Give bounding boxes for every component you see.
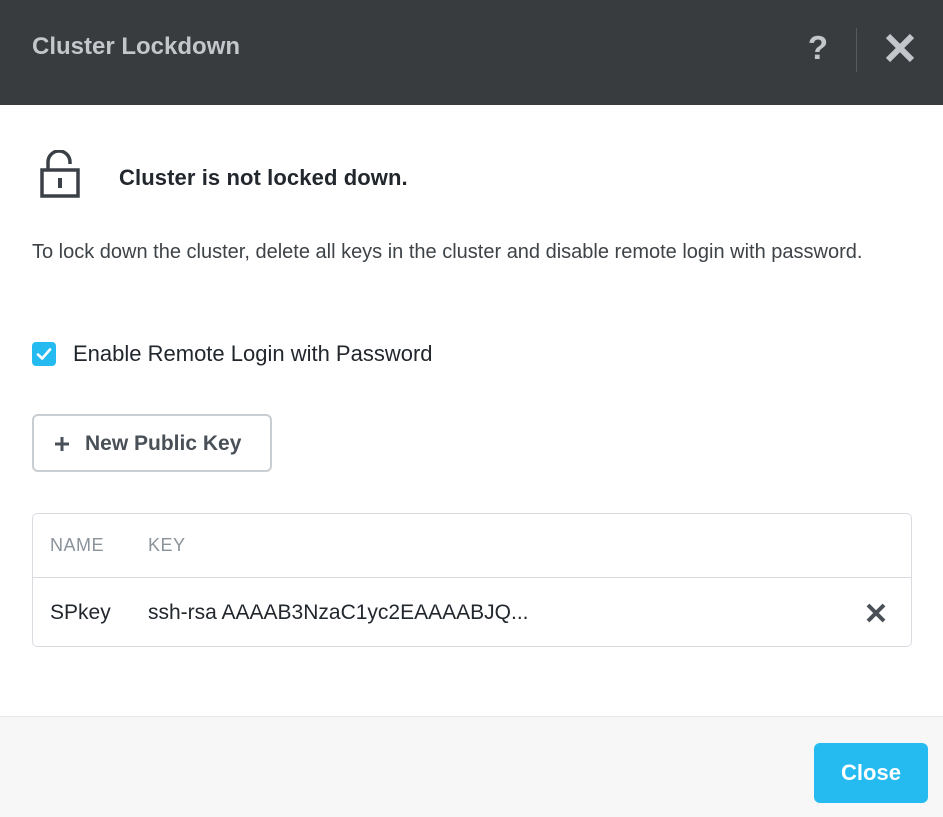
lockdown-status-text: Cluster is not locked down. bbox=[119, 165, 408, 190]
remote-login-checkbox-row[interactable]: Enable Remote Login with Password bbox=[32, 338, 433, 370]
dialog-footer: Close bbox=[0, 716, 943, 817]
close-icon[interactable] bbox=[880, 28, 920, 68]
dialog-title: Cluster Lockdown bbox=[32, 33, 241, 60]
lockdown-description: To lock down the cluster, delete all key… bbox=[32, 241, 863, 263]
table-header: NAME KEY bbox=[33, 514, 911, 578]
public-keys-table: NAME KEY SPkey ssh-rsa AAAAB3NzaC1yc2EAA… bbox=[32, 513, 912, 647]
checkmark-icon bbox=[36, 348, 52, 360]
plus-icon bbox=[54, 432, 70, 454]
dialog-header: Cluster Lockdown ? bbox=[0, 0, 943, 105]
delete-key-icon[interactable] bbox=[863, 600, 889, 626]
close-button[interactable]: Close bbox=[814, 743, 928, 803]
key-name-cell: SPkey bbox=[50, 601, 111, 624]
remote-login-label: Enable Remote Login with Password bbox=[73, 341, 433, 366]
table-row: SPkey ssh-rsa AAAAB3NzaC1yc2EAAAABJQ... bbox=[33, 578, 911, 646]
key-value-cell: ssh-rsa AAAAB3NzaC1yc2EAAAABJQ... bbox=[148, 601, 529, 624]
remote-login-checkbox[interactable] bbox=[32, 342, 56, 366]
header-divider bbox=[856, 28, 857, 72]
column-header-key: KEY bbox=[148, 535, 186, 555]
cluster-lockdown-dialog: Cluster Lockdown ? Cluster is not locked… bbox=[0, 0, 943, 817]
column-header-name: NAME bbox=[50, 535, 105, 555]
unlock-icon bbox=[40, 149, 80, 205]
help-icon[interactable]: ? bbox=[800, 28, 836, 68]
new-public-key-label: New Public Key bbox=[85, 432, 242, 455]
new-public-key-button[interactable]: New Public Key bbox=[32, 414, 272, 472]
